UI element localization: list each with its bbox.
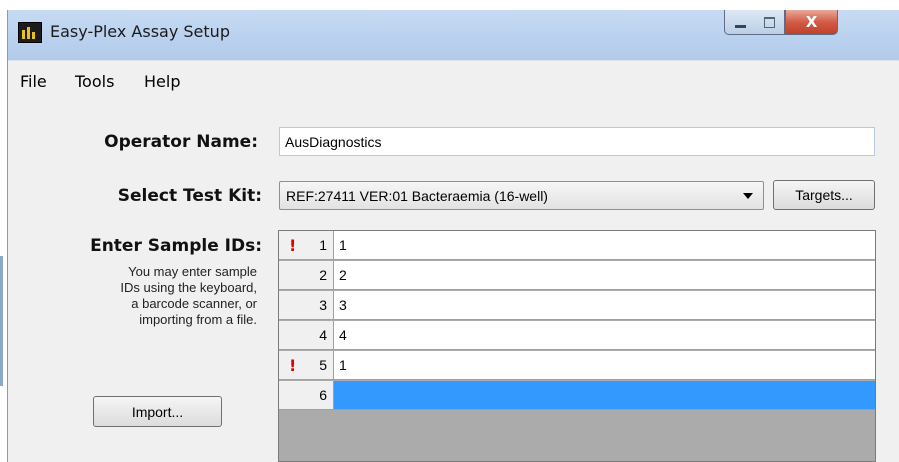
sample-help-text: You may enter sample IDs using the keybo… [28, 264, 257, 328]
test-kit-label: Select Test Kit: [117, 186, 262, 206]
table-row[interactable]: 3 3 [279, 291, 875, 321]
sample-id-cell[interactable]: 4 [334, 321, 875, 350]
row-number: 6 [319, 387, 327, 403]
sample-id-cell[interactable]: 2 [334, 261, 875, 290]
warning-icon: ! [289, 356, 297, 375]
table-row[interactable]: 6 [279, 381, 875, 411]
targets-button[interactable]: Targets... [773, 180, 875, 210]
row-header[interactable]: 6 [279, 381, 334, 410]
table-row[interactable]: ! 5 1 [279, 351, 875, 381]
warning-icon: ! [289, 236, 297, 255]
operator-name-input[interactable]: AusDiagnostics [279, 127, 875, 156]
maximize-button[interactable] [754, 10, 785, 35]
row-number: 1 [319, 237, 327, 253]
help-line: IDs using the keyboard, [120, 280, 257, 295]
row-number: 3 [319, 297, 327, 313]
close-button[interactable]: X [785, 10, 838, 35]
minimize-button[interactable] [724, 10, 756, 35]
minimize-icon [734, 24, 746, 28]
help-line: importing from a file. [139, 312, 257, 327]
table-row[interactable]: ! 1 1 [279, 231, 875, 261]
window-title: Easy-Plex Assay Setup [50, 22, 230, 41]
row-header[interactable]: 4 [279, 321, 334, 350]
sample-id-cell[interactable]: 1 [334, 231, 875, 260]
import-button[interactable]: Import... [93, 396, 222, 427]
app-icon [18, 22, 42, 43]
sample-id-cell[interactable]: 3 [334, 291, 875, 320]
help-line: You may enter sample [128, 264, 257, 279]
menu-help[interactable]: Help [144, 72, 180, 91]
app-window: Easy-Plex Assay Setup X File Tools Help … [7, 10, 899, 462]
sample-id-cell[interactable]: 1 [334, 351, 875, 380]
help-line: a barcode scanner, or [131, 296, 257, 311]
title-bar[interactable]: Easy-Plex Assay Setup X [8, 10, 899, 60]
row-header[interactable]: ! 1 [279, 231, 334, 260]
table-row[interactable]: 2 2 [279, 261, 875, 291]
background-window-edge [0, 256, 3, 386]
table-row[interactable]: 4 4 [279, 321, 875, 351]
chevron-down-icon [743, 193, 753, 199]
menu-file[interactable]: File [20, 72, 47, 91]
sample-id-grid[interactable]: ! 1 1 2 2 3 3 4 4 ! 5 1 6 [278, 230, 876, 462]
operator-name-label: Operator Name: [104, 132, 258, 152]
row-number: 4 [319, 327, 327, 343]
sample-ids-label: Enter Sample IDs: [90, 236, 262, 256]
sample-id-cell-selected[interactable] [334, 381, 875, 410]
row-number: 5 [319, 357, 327, 373]
row-header[interactable]: 2 [279, 261, 334, 290]
close-icon: X [805, 13, 818, 31]
test-kit-select[interactable]: REF:27411 VER:01 Bacteraemia (16-well) [279, 181, 764, 210]
row-number: 2 [319, 267, 327, 283]
maximize-icon [763, 16, 775, 28]
row-header[interactable]: 3 [279, 291, 334, 320]
menu-bar: File Tools Help [8, 60, 899, 101]
row-header[interactable]: ! 5 [279, 351, 334, 380]
test-kit-selected-value: REF:27411 VER:01 Bacteraemia (16-well) [286, 188, 548, 204]
menu-tools[interactable]: Tools [75, 72, 114, 91]
